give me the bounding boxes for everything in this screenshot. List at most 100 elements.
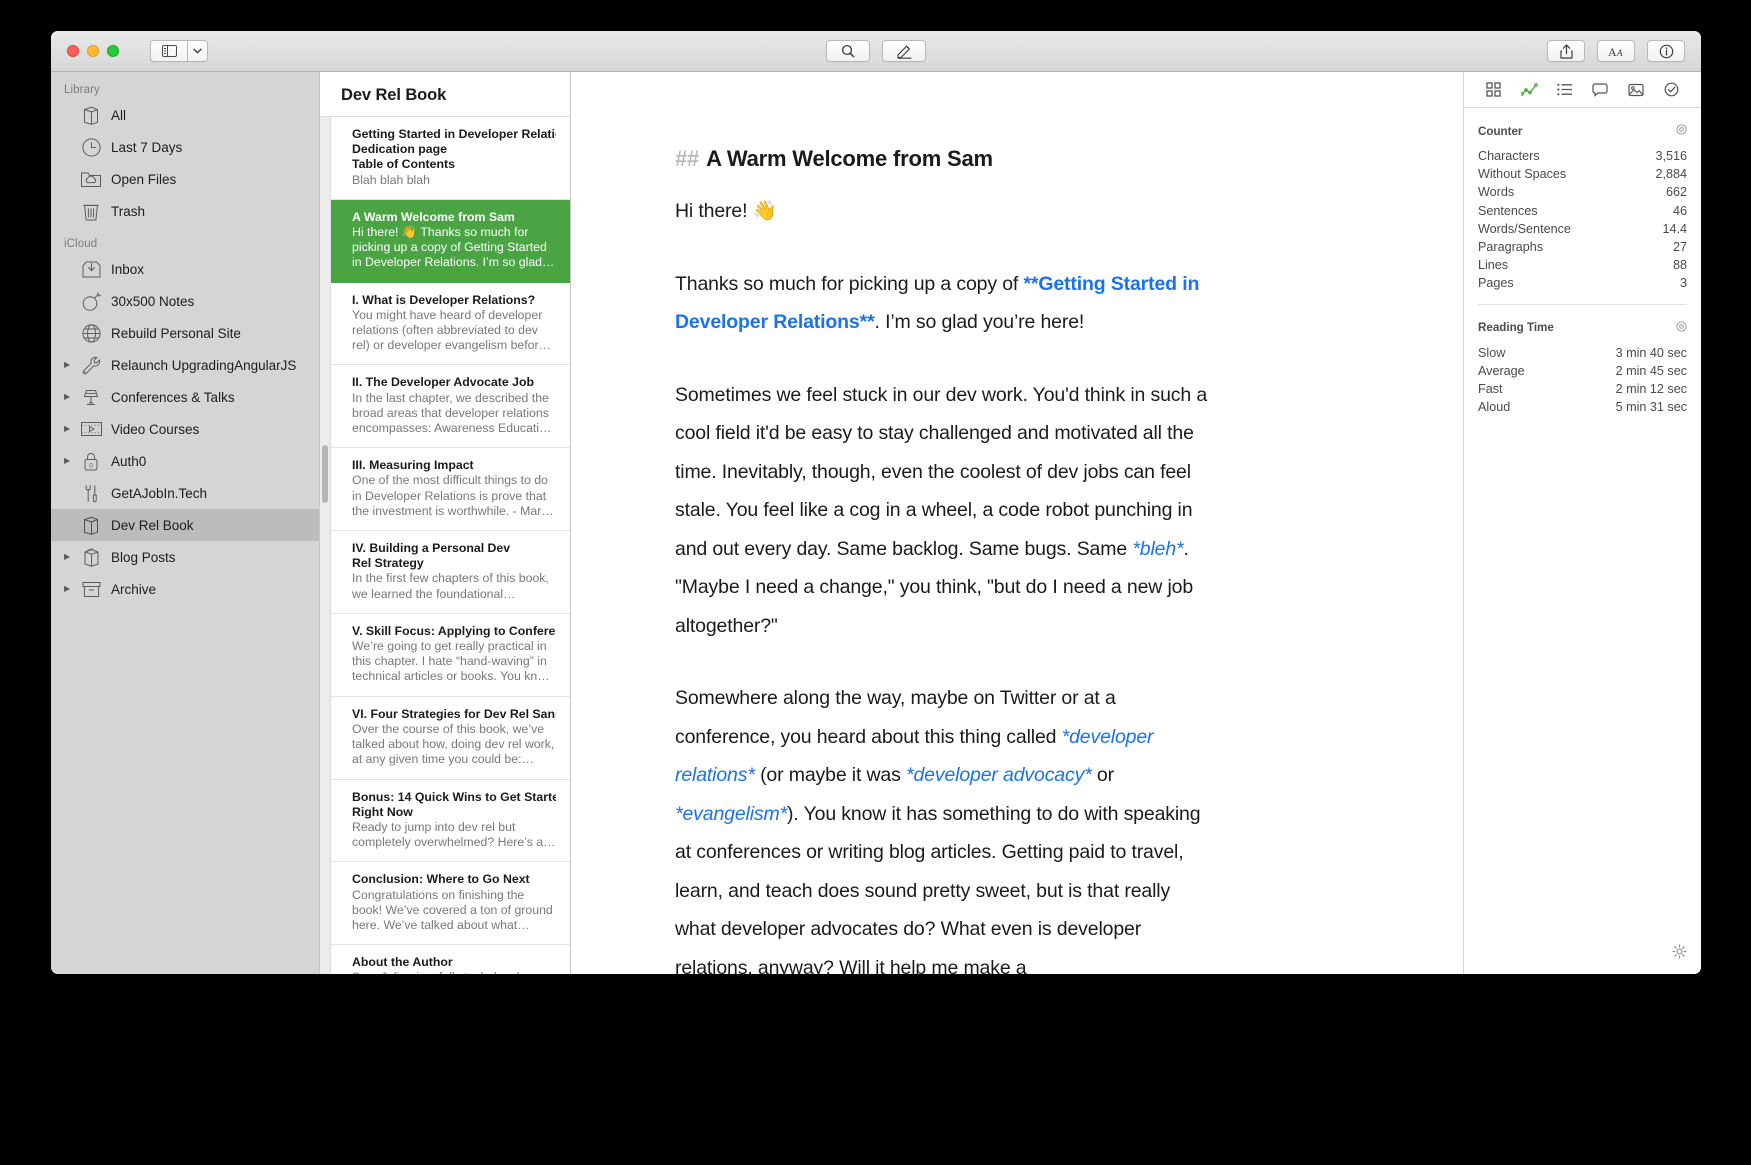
books-icon bbox=[77, 547, 105, 568]
row-label: Lines bbox=[1478, 258, 1509, 273]
sidebar-section-header-library: Library bbox=[64, 84, 100, 96]
sidebar-item-trash[interactable]: ▶ Trash bbox=[51, 195, 319, 227]
sidebar-item-all[interactable]: ▶ All bbox=[51, 99, 319, 131]
sidebar-item-last-7-days[interactable]: ▶ Last 7 Days bbox=[51, 131, 319, 163]
sidebar-item-open-files[interactable]: ▶ Open Files bbox=[51, 163, 319, 195]
sidebar-item-archive[interactable]: ▶ Archive bbox=[51, 573, 319, 605]
em-markup: * bbox=[779, 802, 788, 825]
search-button[interactable] bbox=[826, 40, 870, 62]
tab-statistics[interactable] bbox=[1519, 80, 1539, 100]
sidebar-section-header-icloud: iCloud bbox=[64, 238, 98, 250]
target-icon[interactable] bbox=[1676, 321, 1687, 335]
thanks-lead: Thanks so much for picking up a copy of bbox=[675, 272, 1024, 295]
document-body[interactable]: ## A Warm Welcome from Sam Hi there! 👋 Th… bbox=[571, 72, 1211, 974]
counter-row-words: Words 662 bbox=[1478, 183, 1687, 201]
sidebar-item-blog-posts[interactable]: ▶ Blog Posts bbox=[51, 541, 319, 573]
sidebar-item-video-courses[interactable]: ▶ Video Courses bbox=[51, 413, 319, 445]
sheet-list-scrollbar-rail[interactable] bbox=[320, 117, 331, 974]
sidebar-item-label: GetAJobIn.Tech bbox=[111, 485, 208, 501]
tab-attachments[interactable] bbox=[1626, 80, 1646, 100]
sidebar-item-label: Auth0 bbox=[111, 453, 147, 469]
zoom-button[interactable] bbox=[107, 45, 119, 57]
sheet-item-conclusion[interactable]: Conclusion: Where to Go Next Congratulat… bbox=[331, 862, 570, 946]
editor-pane[interactable]: ## A Warm Welcome from Sam Hi there! 👋 Th… bbox=[571, 72, 1464, 974]
close-button[interactable] bbox=[67, 45, 79, 57]
tab-goal[interactable] bbox=[1661, 80, 1681, 100]
inbox-icon bbox=[77, 260, 105, 279]
sheet-title-line: VI. Four Strategies for Dev Rel Sanity bbox=[352, 706, 556, 721]
trash-icon bbox=[77, 201, 105, 222]
sheet-item-personal-dev-rel-strategy[interactable]: IV. Building a Personal Dev Rel Strategy… bbox=[331, 531, 570, 614]
share-button[interactable] bbox=[1547, 40, 1585, 62]
sheet-list-scrollbar-thumb[interactable] bbox=[322, 445, 328, 503]
reading-time-row-average: Average 2 min 45 sec bbox=[1478, 362, 1687, 380]
minimize-button[interactable] bbox=[87, 45, 99, 57]
share-icon bbox=[1559, 43, 1573, 59]
thanks-tail: . I’m so glad you’re here! bbox=[874, 311, 1085, 333]
row-value: 46 bbox=[1672, 203, 1687, 218]
sheet-item-warm-welcome[interactable]: A Warm Welcome from Sam Hi there! 👋 Than… bbox=[331, 199, 570, 283]
em-markup-close: * bbox=[1176, 537, 1184, 560]
disclosure-triangle[interactable]: ▶ bbox=[64, 425, 77, 433]
disclosure-triangle[interactable]: ▶ bbox=[64, 457, 77, 465]
globe-icon bbox=[77, 323, 105, 344]
sidebar-item-rebuild-personal-site[interactable]: ▶ Rebuild Personal Site bbox=[51, 317, 319, 349]
evangelism-emphasis: evangelism bbox=[682, 802, 780, 825]
sidebar-item-dev-rel-book[interactable]: ▶ Dev Rel Book bbox=[51, 509, 319, 541]
sheet-title-line: Rel Strategy bbox=[352, 556, 424, 571]
bleh-emphasis: bleh bbox=[1139, 537, 1177, 560]
sidebar-item-relaunch-upgradingangularjs[interactable]: ▶ Relaunch UpgradingAngularJS bbox=[51, 349, 319, 381]
inspector-settings-button[interactable] bbox=[1672, 944, 1687, 964]
sheet-item-what-is-developer-relations[interactable]: I. What is Developer Relations? You migh… bbox=[331, 283, 570, 366]
sheet-item-measuring-impact[interactable]: III. Measuring Impact One of the most di… bbox=[331, 448, 570, 532]
sheet-item-getting-started[interactable]: Getting Started in Developer Relations D… bbox=[331, 117, 570, 200]
sheet-list-scroll[interactable]: Getting Started in Developer Relations D… bbox=[320, 117, 570, 974]
developer-advocacy-emphasis: developer advocacy bbox=[913, 764, 1085, 786]
new-sheet-button[interactable] bbox=[882, 40, 926, 62]
inspector-content: Counter Characters 3,516 Without Spaces … bbox=[1464, 108, 1701, 416]
sheet-item-bonus-quick-wins[interactable]: Bonus: 14 Quick Wins to Get Started Righ… bbox=[331, 780, 570, 863]
sidebar-item-label: Video Courses bbox=[111, 421, 200, 437]
tab-grid[interactable] bbox=[1484, 80, 1504, 100]
sheet-title-line: About the Author bbox=[352, 955, 453, 970]
sheet-preview: Sam Julien is a full stack developer and… bbox=[352, 970, 556, 974]
disclosure-triangle[interactable]: ▶ bbox=[64, 361, 77, 369]
document-heading: ## A Warm Welcome from Sam bbox=[675, 144, 1211, 174]
toolbar-center-group bbox=[826, 40, 926, 62]
reading-time-row-fast: Fast 2 min 12 sec bbox=[1478, 380, 1687, 398]
sheet-list-panel: Dev Rel Book Getting Started in Develope… bbox=[319, 72, 571, 974]
sidebar-options-button[interactable] bbox=[188, 40, 208, 62]
inspector-panel: Counter Characters 3,516 Without Spaces … bbox=[1464, 72, 1701, 974]
target-icon[interactable] bbox=[1676, 124, 1687, 138]
traffic-lights bbox=[67, 45, 119, 57]
wrench-icon bbox=[77, 355, 105, 376]
sidebar-toggle-button[interactable] bbox=[150, 40, 188, 62]
typography-button[interactable]: A A bbox=[1597, 40, 1635, 62]
disclosure-triangle[interactable]: ▶ bbox=[64, 585, 77, 593]
tools-icon bbox=[77, 483, 105, 504]
sidebar-item-30x500-notes[interactable]: ▶ 30x500 Notes bbox=[51, 285, 319, 317]
sidebar-item-conferences-talks[interactable]: ▶ Conferences & Talks bbox=[51, 381, 319, 413]
sheet-item-developer-advocate-job[interactable]: II. The Developer Advocate Job In the la… bbox=[331, 365, 570, 449]
disclosure-triangle[interactable]: ▶ bbox=[64, 393, 77, 401]
tab-comments[interactable] bbox=[1590, 80, 1610, 100]
sheet-item-four-strategies[interactable]: VI. Four Strategies for Dev Rel Sanity O… bbox=[331, 697, 570, 780]
window-body: Library ▶ All ▶ bbox=[51, 72, 1701, 974]
sheet-item-skill-focus-conferences[interactable]: V. Skill Focus: Applying to Conferences … bbox=[331, 614, 570, 697]
sheet-item-about-the-author[interactable]: About the Author Sam Julien is a full st… bbox=[331, 945, 570, 974]
tab-outline[interactable] bbox=[1555, 80, 1575, 100]
sidebar-item-label: Last 7 Days bbox=[111, 139, 183, 155]
sidebar-item-getajobin-tech[interactable]: ▶ GetAJobIn.Tech bbox=[51, 477, 319, 509]
sidebar-item-inbox[interactable]: ▶ Inbox bbox=[51, 253, 319, 285]
disclosure-triangle[interactable]: ▶ bbox=[64, 553, 77, 561]
info-button[interactable] bbox=[1647, 40, 1685, 62]
sidebar-item-auth0[interactable]: ▶ 0 Auth0 bbox=[51, 445, 319, 477]
bold-markup-close: ** bbox=[859, 311, 875, 333]
sheet-title-line: A Warm Welcome from Sam bbox=[352, 209, 515, 224]
sidebar-item-label: Rebuild Personal Site bbox=[111, 325, 241, 341]
folder-cloud-icon bbox=[77, 170, 105, 189]
stuck-text-a: Sometimes we feel stuck in our dev work.… bbox=[675, 383, 1208, 560]
reading-time-section-header: Reading Time bbox=[1478, 305, 1687, 344]
goal-icon bbox=[1664, 82, 1679, 97]
film-icon bbox=[77, 420, 105, 438]
